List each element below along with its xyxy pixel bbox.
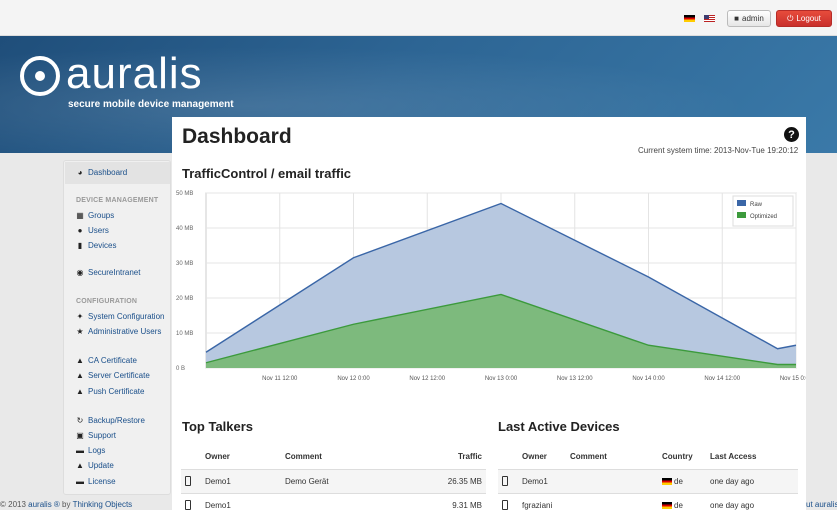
table-header-row: Owner Comment Country Last Access (498, 445, 798, 469)
german-flag-icon (662, 477, 672, 485)
book-icon: ▣ (76, 430, 84, 440)
x-tick-label: Nov 11 12:00 (262, 376, 298, 382)
german-flag-icon[interactable] (684, 15, 695, 22)
column-header-country[interactable]: Country (662, 445, 710, 469)
legend-label-optimized: Optimized (750, 214, 777, 220)
column-header-comment[interactable]: Comment (570, 445, 662, 469)
power-icon: ⏻ (787, 13, 794, 23)
sidebar-item-logs[interactable]: ▬ Logs (76, 446, 105, 455)
sidebar-item-ca-certificate[interactable]: ▲ CA Certificate (76, 356, 137, 365)
x-tick-label: Nov 14 0:00 (632, 376, 665, 382)
dashboard-icon: ◕ (77, 167, 83, 177)
phone-icon (502, 476, 508, 486)
column-header-comment[interactable]: Comment (285, 445, 425, 469)
legend-swatch-raw (737, 200, 746, 206)
sidebar: ◕ Dashboard DEVICE MANAGEMENT ▦ Groups ●… (63, 160, 171, 495)
lock-icon: ▲ (76, 355, 84, 365)
last-active-devices-table: Owner Comment Country Last Access Demo1 … (498, 445, 798, 510)
configuration-heading: CONFIGURATION (76, 298, 138, 305)
traffic-chart-svg: 0 B 10 MB 20 MB 30 MB 40 MB 50 MB Nov 11 12:00… (176, 191, 813, 382)
traffic-chart: 0 B 10 MB 20 MB 30 MB 40 MB 50 MB Nov 11 12:00… (172, 187, 813, 397)
wrench-icon: ✦ (76, 311, 84, 321)
star-icon: ★ (76, 326, 84, 336)
legend-swatch-optimized (737, 212, 746, 218)
logout-button[interactable]: ⏻ Logout (776, 10, 832, 27)
table-header-row: Owner Comment Traffic (181, 445, 486, 469)
sidebar-item-server-certificate[interactable]: ▲ Server Certificate (76, 371, 150, 380)
admin-button[interactable]: ■ admin (727, 10, 771, 27)
groups-icon: ▦ (76, 210, 84, 220)
y-tick-label: 20 MB (176, 296, 193, 302)
admin-label: admin (742, 14, 764, 23)
user-icon: ■ (734, 14, 740, 23)
top-talkers-table: Owner Comment Traffic Demo1 Demo Gerät 2… (181, 445, 486, 510)
phone-icon (185, 476, 191, 486)
phone-icon (185, 500, 191, 510)
table-row[interactable]: fgraziani de one day ago (498, 492, 798, 510)
y-tick-label: 40 MB (176, 226, 193, 232)
device-management-heading: DEVICE MANAGEMENT (76, 197, 159, 204)
footer-copyright: © 2013 auralis ® by Thinking Objects (0, 500, 133, 509)
sidebar-item-administrative-users[interactable]: ★ Administrative Users (76, 327, 161, 336)
globe-icon: ◉ (76, 267, 84, 277)
logout-label: Logout (796, 14, 821, 23)
column-header-last-access[interactable]: Last Access (710, 445, 798, 469)
chart-title: TrafficControl / email traffic (182, 166, 352, 181)
x-tick-label: Nov 14 12:00 (704, 376, 740, 382)
lock-icon: ▲ (76, 370, 84, 380)
auralis-link[interactable]: auralis ® (28, 500, 60, 509)
refresh-icon: ↻ (76, 415, 84, 425)
y-tick-label: 50 MB (176, 191, 193, 197)
license-icon: ▬ (76, 476, 84, 486)
top-bar: ■ admin ⏻ Logout (0, 0, 837, 36)
help-icon[interactable]: ? (784, 127, 799, 142)
table-row[interactable]: Demo1 9.31 MB (181, 492, 486, 510)
sidebar-item-update[interactable]: ▲ Update (76, 461, 114, 470)
upload-icon: ▲ (76, 460, 84, 470)
us-flag-icon[interactable] (704, 15, 715, 22)
sidebar-item-backup-restore[interactable]: ↻ Backup/Restore (76, 416, 145, 425)
sidebar-item-devices[interactable]: ▮ Devices (76, 240, 117, 250)
column-header-traffic[interactable]: Traffic (425, 445, 486, 469)
x-tick-label: Nov 12 12:00 (409, 376, 445, 382)
sidebar-item-users[interactable]: ● Users (76, 226, 109, 235)
y-tick-label: 30 MB (176, 261, 193, 267)
sidebar-item-dashboard[interactable]: ◕ Dashboard (76, 167, 128, 177)
user-icon: ● (77, 225, 83, 235)
german-flag-icon (662, 502, 672, 510)
sidebar-item-license[interactable]: ▬ License (76, 477, 116, 486)
phone-icon: ▮ (77, 240, 83, 250)
top-talkers-title: Top Talkers (182, 419, 254, 434)
x-tick-label: Nov 15 0:00 (780, 376, 806, 382)
comment-icon: ▬ (76, 445, 84, 455)
x-tick-label: Nov 13 12:00 (557, 376, 593, 382)
last-active-devices-title: Last Active Devices (498, 419, 620, 434)
sidebar-item-support[interactable]: ▣ Support (76, 431, 116, 440)
logo-icon (20, 56, 60, 96)
lock-icon: ▲ (76, 386, 84, 396)
column-header-owner[interactable]: Owner (195, 445, 285, 469)
y-tick-label: 0 B (176, 366, 185, 372)
sidebar-item-push-certificate[interactable]: ▲ Push Certificate (76, 387, 144, 396)
table-row[interactable]: Demo1 de one day ago (498, 468, 798, 493)
x-tick-label: Nov 12 0:00 (337, 376, 370, 382)
phone-icon (502, 500, 508, 510)
sidebar-item-secureintranet[interactable]: ◉ SecureIntranet (76, 267, 141, 277)
y-tick-label: 10 MB (176, 331, 193, 337)
brand-name: auralis (66, 49, 203, 98)
table-row[interactable]: Demo1 Demo Gerät 26.35 MB (181, 468, 486, 493)
sidebar-item-system-configuration[interactable]: ✦ System Configuration (76, 311, 165, 321)
legend-label-raw: Raw (750, 202, 763, 208)
page-title: Dashboard (182, 125, 292, 148)
brand-tagline: secure mobile device management (68, 99, 234, 110)
x-tick-label: Nov 13 0:00 (485, 376, 518, 382)
column-header-owner[interactable]: Owner (512, 445, 570, 469)
system-time: Current system time: 2013-Nov-Tue 19:20:… (638, 146, 799, 155)
thinking-objects-link[interactable]: Thinking Objects (73, 500, 133, 509)
sidebar-item-groups[interactable]: ▦ Groups (76, 211, 114, 220)
main-panel: Dashboard ? Current system time: 2013-No… (172, 117, 813, 510)
footer-about-link[interactable]: ut auralis (806, 500, 837, 509)
